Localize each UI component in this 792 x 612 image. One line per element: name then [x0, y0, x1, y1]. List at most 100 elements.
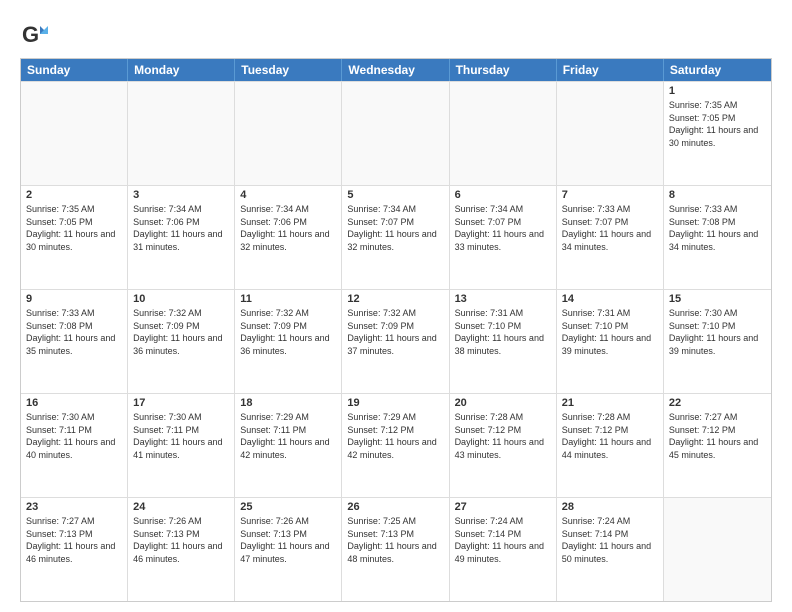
calendar: SundayMondayTuesdayWednesdayThursdayFrid…: [20, 58, 772, 602]
calendar-week-3: 9Sunrise: 7:33 AM Sunset: 7:08 PM Daylig…: [21, 289, 771, 393]
day-info: Sunrise: 7:30 AM Sunset: 7:10 PM Dayligh…: [669, 307, 766, 357]
svg-text:G: G: [22, 22, 39, 47]
table-row: 5Sunrise: 7:34 AM Sunset: 7:07 PM Daylig…: [342, 186, 449, 289]
table-row: [450, 82, 557, 185]
day-info: Sunrise: 7:24 AM Sunset: 7:14 PM Dayligh…: [562, 515, 658, 565]
calendar-header-sunday: Sunday: [21, 59, 128, 81]
day-number: 3: [133, 189, 229, 201]
table-row: 18 Sunrise: 7:29 AM Sunset: 7:11 PM Dayli…: [235, 394, 342, 497]
calendar-header-wednesday: Wednesday: [342, 59, 449, 81]
day-number: 16: [26, 397, 122, 409]
logo-icon: G: [20, 22, 48, 50]
table-row: 24 Sunrise: 7:26 AM Sunset: 7:13 PM Dayli…: [128, 498, 235, 601]
table-row: [342, 82, 449, 185]
day-number: 7: [562, 189, 658, 201]
table-row: 8Sunrise: 7:33 AM Sunset: 7:08 PM Daylig…: [664, 186, 771, 289]
calendar-header-thursday: Thursday: [450, 59, 557, 81]
page-header: G: [20, 18, 772, 50]
calendar-header-friday: Friday: [557, 59, 664, 81]
day-info: Sunrise: 7:35 AM Sunset: 7:05 PM Dayligh…: [669, 99, 766, 149]
day-number: 24: [133, 501, 229, 513]
table-row: [664, 498, 771, 601]
table-row: [557, 82, 664, 185]
calendar-body: 1 Sunrise: 7:35 AM Sunset: 7:05 PM Daylig…: [21, 81, 771, 601]
day-info: Sunrise: 7:26 AM Sunset: 7:13 PM Dayligh…: [240, 515, 336, 565]
calendar-week-5: 23 Sunrise: 7:27 AM Sunset: 7:13 PM Dayli…: [21, 497, 771, 601]
day-info: Sunrise: 7:32 AM Sunset: 7:09 PM Dayligh…: [347, 307, 443, 357]
day-info: Sunrise: 7:24 AM Sunset: 7:14 PM Dayligh…: [455, 515, 551, 565]
table-row: [128, 82, 235, 185]
day-info: Sunrise: 7:34 AM Sunset: 7:07 PM Dayligh…: [455, 203, 551, 253]
table-row: 27 Sunrise: 7:24 AM Sunset: 7:14 PM Dayli…: [450, 498, 557, 601]
day-number: 18: [240, 397, 336, 409]
table-row: 26 Sunrise: 7:25 AM Sunset: 7:13 PM Dayli…: [342, 498, 449, 601]
day-number: 2: [26, 189, 122, 201]
day-info: Sunrise: 7:32 AM Sunset: 7:09 PM Dayligh…: [240, 307, 336, 357]
day-info: Sunrise: 7:34 AM Sunset: 7:06 PM Dayligh…: [240, 203, 336, 253]
day-number: 21: [562, 397, 658, 409]
table-row: 20 Sunrise: 7:28 AM Sunset: 7:12 PM Dayli…: [450, 394, 557, 497]
day-number: 22: [669, 397, 766, 409]
day-number: 14: [562, 293, 658, 305]
table-row: 21 Sunrise: 7:28 AM Sunset: 7:12 PM Dayli…: [557, 394, 664, 497]
day-number: 20: [455, 397, 551, 409]
day-info: Sunrise: 7:34 AM Sunset: 7:07 PM Dayligh…: [347, 203, 443, 253]
day-number: 4: [240, 189, 336, 201]
logo: G: [20, 22, 52, 50]
calendar-week-2: 2 Sunrise: 7:35 AM Sunset: 7:05 PM Daylig…: [21, 185, 771, 289]
day-number: 6: [455, 189, 551, 201]
table-row: 3 Sunrise: 7:34 AM Sunset: 7:06 PM Daylig…: [128, 186, 235, 289]
day-info: Sunrise: 7:28 AM Sunset: 7:12 PM Dayligh…: [455, 411, 551, 461]
day-number: 10: [133, 293, 229, 305]
table-row: 14Sunrise: 7:31 AM Sunset: 7:10 PM Dayli…: [557, 290, 664, 393]
table-row: 25Sunrise: 7:26 AM Sunset: 7:13 PM Dayli…: [235, 498, 342, 601]
day-number: 12: [347, 293, 443, 305]
day-info: Sunrise: 7:29 AM Sunset: 7:11 PM Dayligh…: [240, 411, 336, 461]
day-info: Sunrise: 7:27 AM Sunset: 7:13 PM Dayligh…: [26, 515, 122, 565]
calendar-header-tuesday: Tuesday: [235, 59, 342, 81]
day-number: 1: [669, 85, 766, 97]
day-info: Sunrise: 7:31 AM Sunset: 7:10 PM Dayligh…: [455, 307, 551, 357]
table-row: 9Sunrise: 7:33 AM Sunset: 7:08 PM Daylig…: [21, 290, 128, 393]
table-row: 7 Sunrise: 7:33 AM Sunset: 7:07 PM Daylig…: [557, 186, 664, 289]
day-info: Sunrise: 7:25 AM Sunset: 7:13 PM Dayligh…: [347, 515, 443, 565]
table-row: 6 Sunrise: 7:34 AM Sunset: 7:07 PM Daylig…: [450, 186, 557, 289]
table-row: 10Sunrise: 7:32 AM Sunset: 7:09 PM Dayli…: [128, 290, 235, 393]
table-row: [21, 82, 128, 185]
day-number: 23: [26, 501, 122, 513]
table-row: 15Sunrise: 7:30 AM Sunset: 7:10 PM Dayli…: [664, 290, 771, 393]
day-info: Sunrise: 7:30 AM Sunset: 7:11 PM Dayligh…: [133, 411, 229, 461]
table-row: [235, 82, 342, 185]
day-number: 26: [347, 501, 443, 513]
day-number: 8: [669, 189, 766, 201]
day-info: Sunrise: 7:34 AM Sunset: 7:06 PM Dayligh…: [133, 203, 229, 253]
day-number: 13: [455, 293, 551, 305]
table-row: 17 Sunrise: 7:30 AM Sunset: 7:11 PM Dayli…: [128, 394, 235, 497]
day-info: Sunrise: 7:27 AM Sunset: 7:12 PM Dayligh…: [669, 411, 766, 461]
calendar-header-row: SundayMondayTuesdayWednesdayThursdayFrid…: [21, 59, 771, 81]
table-row: 16Sunrise: 7:30 AM Sunset: 7:11 PM Dayli…: [21, 394, 128, 497]
calendar-week-1: 1 Sunrise: 7:35 AM Sunset: 7:05 PM Daylig…: [21, 81, 771, 185]
calendar-week-4: 16 Sunrise: 7:30 AM Sunset: 7:11 PM Dayli…: [21, 393, 771, 497]
table-row: 4 Sunrise: 7:34 AM Sunset: 7:06 PM Daylig…: [235, 186, 342, 289]
table-row: 22 Sunrise: 7:27 AM Sunset: 7:12 PM Dayli…: [664, 394, 771, 497]
day-number: 19: [347, 397, 443, 409]
table-row: 23 Sunrise: 7:27 AM Sunset: 7:13 PM Dayli…: [21, 498, 128, 601]
table-row: 19 Sunrise: 7:29 AM Sunset: 7:12 PM Dayli…: [342, 394, 449, 497]
day-number: 17: [133, 397, 229, 409]
table-row: 28 Sunrise: 7:24 AM Sunset: 7:14 PM Dayli…: [557, 498, 664, 601]
day-number: 27: [455, 501, 551, 513]
day-number: 11: [240, 293, 336, 305]
table-row: 1 Sunrise: 7:35 AM Sunset: 7:05 PM Daylig…: [664, 82, 771, 185]
day-info: Sunrise: 7:35 AM Sunset: 7:05 PM Dayligh…: [26, 203, 122, 253]
day-info: Sunrise: 7:33 AM Sunset: 7:07 PM Dayligh…: [562, 203, 658, 253]
table-row: 2 Sunrise: 7:35 AM Sunset: 7:05 PM Daylig…: [21, 186, 128, 289]
day-info: Sunrise: 7:28 AM Sunset: 7:12 PM Dayligh…: [562, 411, 658, 461]
day-number: 9: [26, 293, 122, 305]
calendar-header-monday: Monday: [128, 59, 235, 81]
table-row: 12 Sunrise: 7:32 AM Sunset: 7:09 PM Dayli…: [342, 290, 449, 393]
table-row: 13 Sunrise: 7:31 AM Sunset: 7:10 PM Dayli…: [450, 290, 557, 393]
day-info: Sunrise: 7:26 AM Sunset: 7:13 PM Dayligh…: [133, 515, 229, 565]
day-info: Sunrise: 7:29 AM Sunset: 7:12 PM Dayligh…: [347, 411, 443, 461]
day-number: 28: [562, 501, 658, 513]
